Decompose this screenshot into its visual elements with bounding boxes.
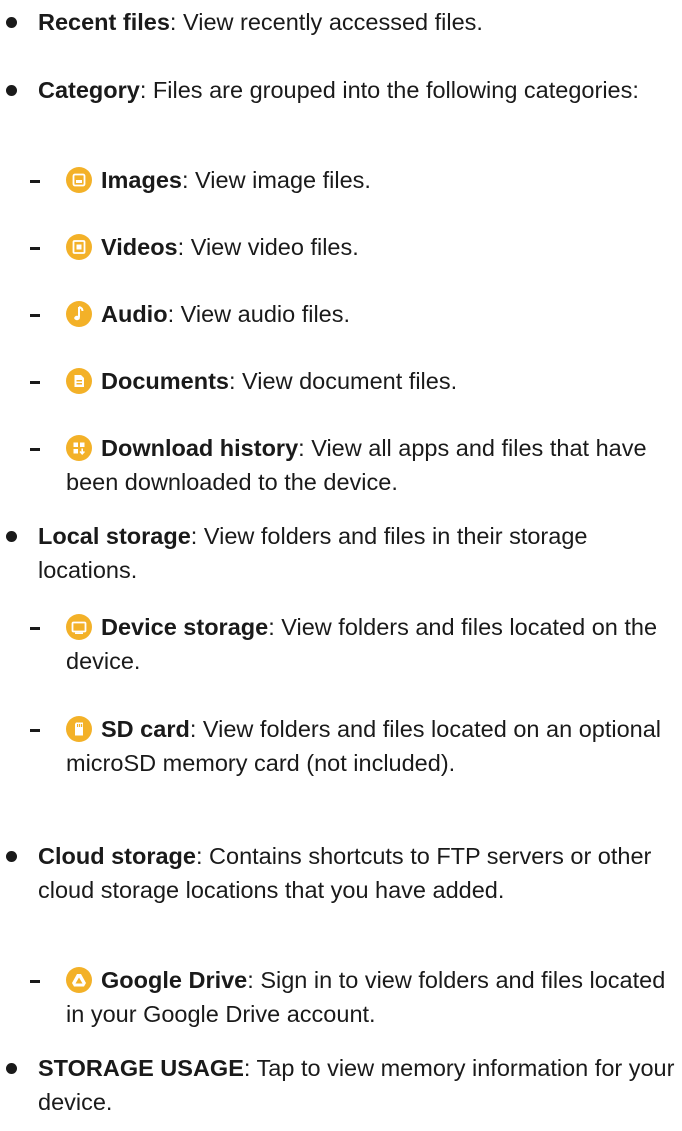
item-term: Documents [101, 368, 229, 394]
list-item-images: Images: View image files. [30, 163, 676, 197]
item-description: : View document files. [228, 368, 458, 394]
item-term: Local storage [38, 523, 191, 549]
video-icon [66, 234, 92, 260]
item-term: STORAGE USAGE [38, 1055, 244, 1081]
image-icon [66, 167, 92, 193]
bullet [6, 85, 17, 96]
bullet [6, 1063, 17, 1074]
list-item-download-history: Download history: View all apps and file… [30, 431, 676, 499]
download-history-icon [66, 435, 92, 461]
list-item-local-storage: Local storage: View folders and files in… [6, 519, 678, 587]
list-item-device-storage: Device storage: View folders and files l… [30, 610, 676, 678]
item-term: SD card [101, 716, 190, 742]
google-drive-icon [66, 967, 92, 993]
item-term: Download history [101, 435, 299, 461]
dash [30, 448, 40, 451]
dash [30, 627, 40, 630]
item-description: : View video files. [177, 234, 359, 260]
bullet [6, 851, 17, 862]
bullet [6, 531, 17, 542]
item-term: Videos [101, 234, 178, 260]
list-item-sd-card: SD card: View folders and files located … [30, 712, 676, 780]
item-term: Recent files [38, 9, 170, 35]
list-item-audio: Audio: View audio files. [30, 297, 676, 331]
dash [30, 381, 40, 384]
item-term: Cloud storage [38, 843, 196, 869]
device-storage-icon [66, 614, 92, 640]
document-icon [66, 368, 92, 394]
item-term: Audio [101, 301, 168, 327]
item-term: Category [38, 77, 140, 103]
list-item-google-drive: Google Drive: Sign in to view folders an… [30, 963, 676, 1031]
dash [30, 180, 40, 183]
list-item-cloud-storage: Cloud storage: Contains shortcuts to FTP… [6, 839, 678, 907]
dash [30, 729, 40, 732]
list-item-storage-usage: STORAGE USAGE: Tap to view memory inform… [6, 1051, 678, 1119]
list-item-category: Category: Files are grouped into the fol… [6, 73, 678, 107]
list-item-recent-files: Recent files: View recently accessed fil… [6, 5, 678, 39]
item-term: Images [101, 167, 182, 193]
item-description: : Files are grouped into the following c… [139, 77, 639, 103]
item-description: : View image files. [182, 167, 371, 193]
sd-card-icon [66, 716, 92, 742]
item-term: Google Drive [101, 967, 248, 993]
dash [30, 247, 40, 250]
list-item-documents: Documents: View document files. [30, 364, 676, 398]
audio-icon [66, 301, 92, 327]
list-item-videos: Videos: View video files. [30, 230, 676, 264]
dash [30, 314, 40, 317]
item-description: : View audio files. [167, 301, 351, 327]
dash [30, 980, 40, 983]
item-description: : View recently accessed files. [169, 9, 483, 35]
bullet [6, 17, 17, 28]
item-term: Device storage [101, 614, 269, 640]
